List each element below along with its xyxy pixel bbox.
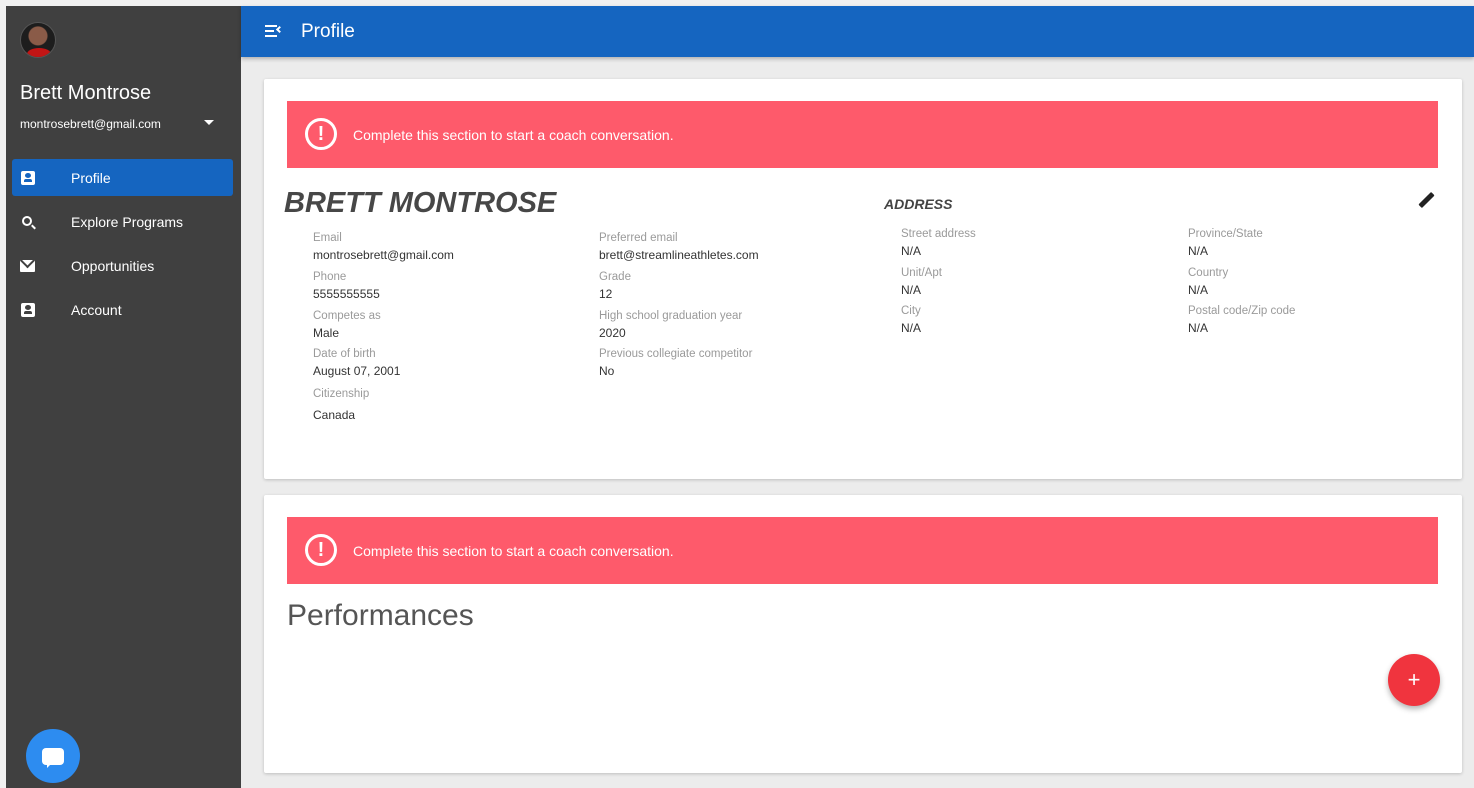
field-grade: Grade 12: [599, 270, 631, 303]
top-app-bar: Profile: [241, 6, 1474, 57]
field-email: Email montrosebrett@gmail.com: [313, 231, 454, 264]
alert-icon: !: [305, 534, 337, 566]
field-citizenship: Citizenship Canada: [313, 387, 369, 424]
sidebar-item-profile[interactable]: Profile: [12, 159, 233, 196]
field-value: No: [599, 364, 615, 378]
account-box-icon: [20, 170, 35, 185]
sidebar-nav: Profile Explore Programs Opportunities A…: [12, 159, 233, 335]
chat-button[interactable]: [26, 729, 80, 783]
field-label: Postal code/Zip code: [1188, 305, 1296, 317]
incomplete-alert: ! Complete this section to start a coach…: [287, 517, 1438, 584]
sidebar: Brett Montrose montrosebrett@gmail.com P…: [6, 6, 241, 788]
field-label: City: [901, 305, 921, 317]
incomplete-alert: ! Complete this section to start a coach…: [287, 101, 1438, 168]
field-label: Country: [1188, 267, 1229, 279]
field-preferred-email: Preferred email brett@streamlineathletes…: [599, 231, 759, 264]
field-value: N/A: [1188, 321, 1209, 335]
user-email: montrosebrett@gmail.com: [20, 117, 161, 131]
field-label: Preferred email: [599, 232, 678, 244]
field-label: Unit/Apt: [901, 267, 942, 279]
sidebar-item-label: Profile: [71, 169, 111, 186]
profile-name: BRETT MONTROSE: [284, 187, 557, 219]
field-date-of-birth: Date of birth August 07, 2001: [313, 347, 400, 380]
alert-message: Complete this section to start a coach c…: [353, 542, 674, 559]
field-value: 5555555555: [313, 287, 380, 301]
performances-card: ! Complete this section to start a coach…: [264, 495, 1462, 773]
field-value: N/A: [901, 283, 922, 297]
field-value: Canada: [313, 408, 356, 422]
field-postal-code: Postal code/Zip code N/A: [1188, 304, 1295, 337]
field-value: Male: [313, 326, 340, 340]
field-graduation-year: High school graduation year 2020: [599, 309, 742, 342]
sidebar-item-explore-programs[interactable]: Explore Programs: [12, 203, 233, 240]
field-label: Province/State: [1188, 228, 1263, 240]
profile-card: ! Complete this section to start a coach…: [264, 79, 1462, 479]
alert-message: Complete this section to start a coach c…: [353, 126, 674, 143]
sidebar-item-label: Opportunities: [71, 257, 155, 274]
field-unit-apt: Unit/Apt N/A: [901, 266, 942, 299]
field-label: Date of birth: [313, 348, 376, 360]
chat-icon: [42, 747, 64, 768]
avatar[interactable]: [20, 22, 56, 58]
sidebar-item-account[interactable]: Account: [12, 291, 233, 328]
alert-icon: !: [305, 118, 337, 150]
field-value: montrosebrett@gmail.com: [313, 248, 454, 262]
field-phone: Phone 5555555555: [313, 270, 380, 303]
search-icon: [20, 214, 35, 229]
field-province-state: Province/State N/A: [1188, 227, 1263, 260]
field-value: N/A: [901, 244, 922, 258]
field-label: Phone: [313, 271, 347, 283]
field-label: Street address: [901, 228, 976, 240]
field-country: Country N/A: [1188, 266, 1228, 299]
menu-open-icon[interactable]: [265, 25, 284, 37]
address-heading: ADDRESS: [884, 196, 953, 212]
account-box-icon: [20, 302, 35, 317]
user-name: Brett Montrose: [20, 82, 152, 104]
performances-title: Performances: [287, 599, 474, 632]
field-value: August 07, 2001: [313, 364, 401, 378]
sidebar-item-label: Explore Programs: [71, 213, 184, 230]
field-value: N/A: [1188, 283, 1209, 297]
field-city: City N/A: [901, 304, 921, 337]
field-label: Competes as: [313, 310, 381, 322]
sidebar-item-opportunities[interactable]: Opportunities: [12, 247, 233, 284]
field-value: brett@streamlineathletes.com: [599, 248, 759, 262]
field-value: 12: [599, 287, 613, 301]
field-value: N/A: [901, 321, 922, 335]
field-label: Grade: [599, 271, 631, 283]
field-label: Previous collegiate competitor: [599, 348, 753, 360]
sidebar-item-label: Account: [71, 301, 122, 318]
field-previous-collegiate: Previous collegiate competitor No: [599, 347, 752, 380]
field-label: Email: [313, 232, 342, 244]
field-value: N/A: [1188, 244, 1209, 258]
field-label: Citizenship: [313, 388, 370, 400]
edit-icon[interactable]: [1417, 191, 1435, 210]
field-label: High school graduation year: [599, 310, 743, 322]
field-competes-as: Competes as Male: [313, 309, 381, 342]
add-performance-button[interactable]: +: [1388, 654, 1440, 706]
mail-icon: [20, 258, 35, 273]
field-value: 2020: [599, 326, 626, 340]
page-title: Profile: [301, 21, 355, 42]
chevron-down-icon[interactable]: [204, 120, 214, 125]
field-street-address: Street address N/A: [901, 227, 976, 260]
